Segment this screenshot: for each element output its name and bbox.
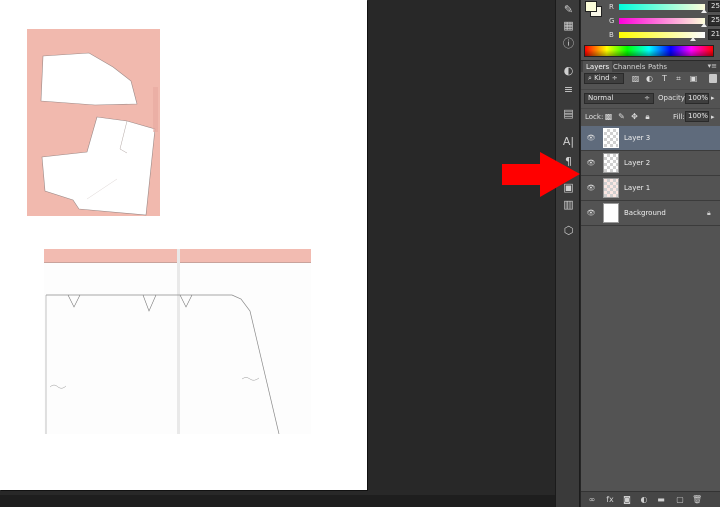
pattern-pieces-drawing: [40, 52, 158, 216]
lock-position-icon[interactable]: ✥: [630, 112, 639, 121]
layer-name[interactable]: Background: [624, 209, 666, 217]
layer-name[interactable]: Layer 1: [624, 184, 650, 192]
opacity-dropdown-icon[interactable]: ▸: [711, 94, 715, 102]
layer-mask-icon[interactable]: ◙: [622, 495, 632, 505]
slider-row-b: B 218: [607, 28, 720, 42]
fill-input[interactable]: 100%: [685, 111, 709, 122]
adjustment-filter-icon[interactable]: ◐: [645, 74, 654, 83]
delete-layer-icon[interactable]: 🗑︎: [692, 495, 702, 505]
layer-name[interactable]: Layer 3: [624, 134, 650, 142]
horizontal-scrollbar[interactable]: [0, 495, 555, 507]
group-icon[interactable]: ▬: [656, 495, 666, 505]
layer-row-layer-3[interactable]: 👁︎ Layer 3: [581, 126, 720, 151]
red-arrow-annotation: [502, 152, 580, 197]
properties-icon[interactable]: ≡: [561, 82, 576, 97]
layer-row-background[interactable]: 👁︎ Background 🔒︎: [581, 201, 720, 226]
color-slider-track[interactable]: [619, 18, 705, 24]
right-panel: R 252 G 253 B 218 Layers Channels Paths ▾≡ ⌕ …: [581, 0, 720, 507]
slider-knob[interactable]: [700, 9, 707, 13]
blend-mode-select[interactable]: Normal ÷: [584, 93, 654, 104]
slider-knob[interactable]: [689, 37, 696, 41]
adjustment-layer-icon[interactable]: ◐: [639, 495, 649, 505]
visibility-eye-icon[interactable]: 👁︎: [586, 159, 596, 167]
visibility-eye-icon[interactable]: 👁︎: [586, 184, 596, 192]
notes-icon[interactable]: ▥: [561, 197, 576, 212]
smart-object-filter-icon[interactable]: ▣: [689, 74, 698, 83]
filter-kind-select[interactable]: ⌕ Kind ÷: [584, 73, 624, 84]
shape-filter-icon[interactable]: ⌗: [674, 74, 683, 83]
swatches-icon[interactable]: ▦: [561, 18, 576, 33]
fill-dropdown-icon[interactable]: ▸: [711, 113, 715, 121]
layer-thumbnail: [603, 203, 619, 223]
opacity-input[interactable]: 100%: [685, 93, 709, 104]
link-layers-icon[interactable]: ∞: [587, 495, 597, 505]
slider-label: B: [609, 31, 614, 39]
lock-transparent-icon[interactable]: ▩: [604, 112, 613, 121]
color-panel: R 252 G 253 B 218: [581, 0, 720, 60]
slider-value-input[interactable]: 253: [708, 15, 720, 26]
canvas-workspace[interactable]: [0, 0, 555, 495]
select-arrows-icon: ÷: [644, 94, 650, 102]
character-icon[interactable]: A|: [561, 134, 576, 149]
lock-all-icon[interactable]: 🔒︎: [643, 112, 652, 121]
3d-icon[interactable]: ⬡: [561, 223, 576, 238]
document-canvas[interactable]: [0, 0, 367, 490]
layer-thumbnail: [603, 178, 619, 198]
panel-icon-strip: ✎ ▦ ⓘ ◐ ≡ ▤ A| ¶ ▣ ▥ ⬡: [555, 0, 580, 507]
layer-thumbnail: [603, 128, 619, 148]
slider-row-g: G 253: [607, 14, 720, 28]
pattern-pages-image: [44, 249, 311, 434]
lock-image-icon[interactable]: ✎: [617, 112, 626, 121]
pattern-scan-image: [27, 29, 160, 216]
slider-label: R: [609, 3, 614, 11]
lock-label: Lock:: [585, 113, 604, 121]
adjustments-icon[interactable]: ◐: [561, 63, 576, 78]
layer-row-layer-2[interactable]: 👁︎ Layer 2: [581, 151, 720, 176]
layer-name[interactable]: Layer 2: [624, 159, 650, 167]
filter-toggle-switch[interactable]: [709, 74, 717, 83]
blend-mode-label: Normal: [588, 94, 614, 102]
layer-style-icon[interactable]: fx: [605, 495, 615, 505]
slider-label: G: [609, 17, 615, 25]
layer-filter-row: ⌕ Kind ÷ ▨ ◐ T ⌗ ▣: [581, 72, 720, 86]
filter-kind-label: Kind: [594, 74, 610, 82]
image-filter-icon[interactable]: ▨: [631, 74, 640, 83]
foreground-color-swatch[interactable]: [585, 1, 597, 12]
opacity-label: Opacity:: [658, 94, 687, 102]
fill-label: Fill:: [673, 113, 685, 121]
layer-row-layer-1[interactable]: 👁︎ Layer 1: [581, 176, 720, 201]
visibility-eye-icon[interactable]: 👁︎: [586, 134, 596, 142]
navigator-icon[interactable]: ▤: [561, 106, 576, 121]
background-lock-icon[interactable]: 🔒︎: [707, 209, 711, 218]
bodice-pattern-drawing: [45, 294, 280, 434]
visibility-eye-icon[interactable]: 👁︎: [586, 209, 596, 217]
type-filter-icon[interactable]: T: [660, 74, 669, 83]
lock-row: Lock: ▩ ✎ ✥ 🔒︎ Fill: 100% ▸: [581, 108, 720, 124]
color-spectrum[interactable]: [584, 45, 714, 57]
slider-value-input[interactable]: 218: [708, 29, 720, 40]
color-slider-track[interactable]: [619, 4, 705, 10]
slider-value-input[interactable]: 252: [708, 1, 720, 12]
layer-thumbnail: [603, 153, 619, 173]
panel-menu-icon[interactable]: ▾≡: [708, 62, 717, 70]
new-layer-icon[interactable]: ▢: [675, 495, 685, 505]
layers-panel-footer: ∞ fx ◙ ◐ ▬ ▢ 🗑︎: [581, 491, 720, 507]
slider-knob[interactable]: [701, 23, 708, 27]
layers-tab-bar: Layers Channels Paths ▾≡: [581, 60, 720, 73]
blend-row: Normal ÷ Opacity: 100% ▸: [581, 89, 720, 105]
slider-row-r: R 252: [607, 0, 720, 14]
info-icon[interactable]: ⓘ: [561, 36, 576, 51]
color-icon[interactable]: ✎: [561, 2, 576, 17]
